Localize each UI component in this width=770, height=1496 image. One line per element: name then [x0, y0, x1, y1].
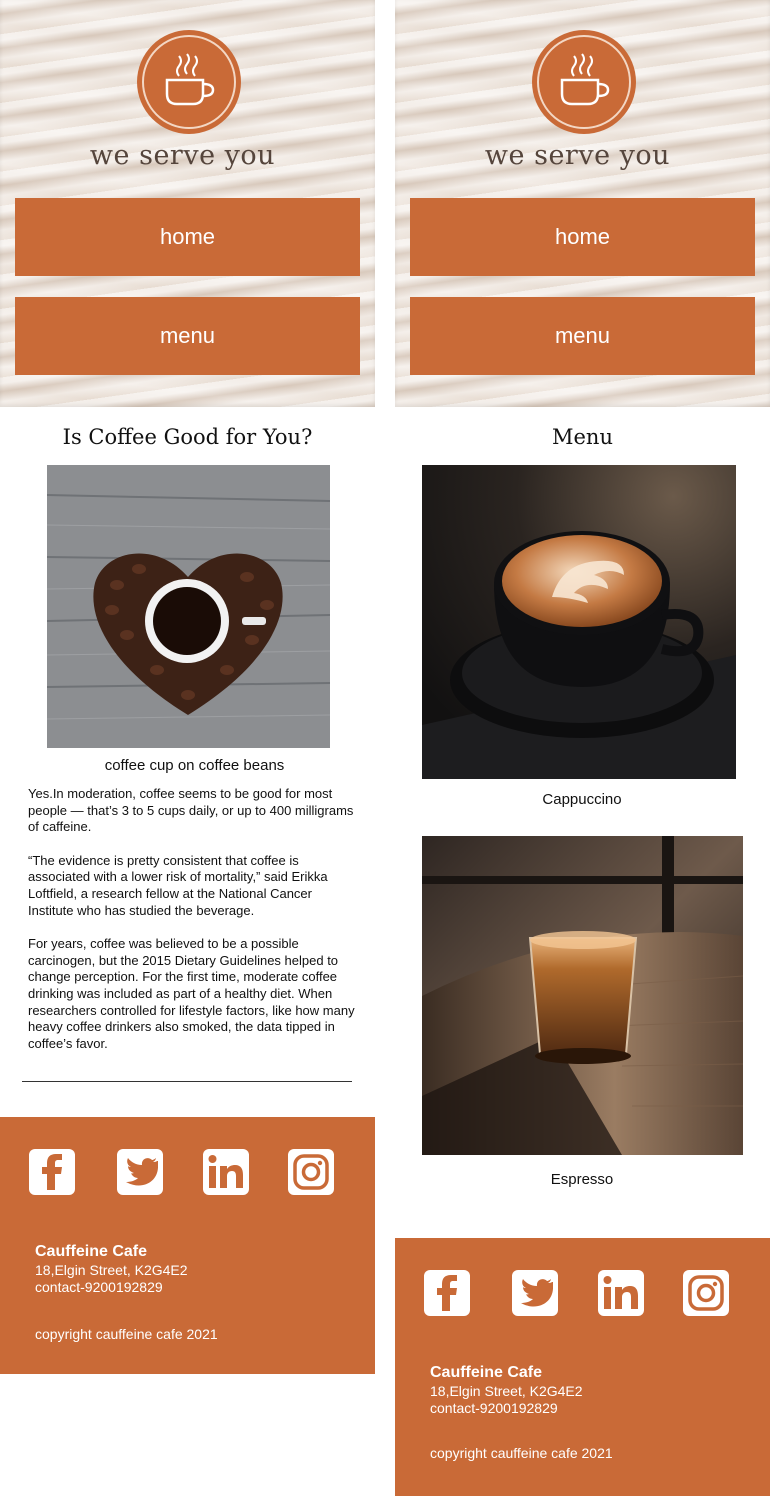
article-paragraph: “The evidence is pretty consistent that … — [28, 852, 328, 918]
social-links — [395, 1270, 770, 1318]
twitter-icon[interactable] — [117, 1149, 163, 1195]
instagram-icon[interactable] — [683, 1270, 729, 1316]
coffee-cup-icon — [560, 53, 610, 106]
image-caption: coffee cup on coffee beans — [104, 757, 285, 774]
tagline: we serve you — [484, 140, 671, 171]
tagline: we serve you — [89, 140, 276, 171]
linkedin-icon[interactable] — [203, 1149, 249, 1195]
header: we serve you home menu — [395, 0, 770, 407]
linkedin-icon[interactable] — [598, 1270, 644, 1316]
article-paragraph: For years, coffee was believed to be a p… — [28, 936, 355, 1051]
footer: Cauffeine Cafe 18,Elgin Street, K2G4E2 c… — [395, 1238, 770, 1496]
nav-menu-button[interactable]: menu — [410, 297, 755, 375]
facebook-icon[interactable] — [424, 1270, 470, 1316]
cafe-name: Cauffeine Cafe — [430, 1364, 543, 1381]
nav-menu-button[interactable]: menu — [15, 297, 360, 375]
menu-item-name: Cappuccino — [542, 791, 622, 808]
header: we serve you home menu — [0, 0, 375, 407]
espresso-image[interactable] — [422, 836, 743, 1155]
page-title: Menu — [552, 425, 613, 449]
menu-item-name: Espresso — [550, 1171, 614, 1188]
cafe-address: 18,Elgin Street, K2G4E2 — [430, 1383, 583, 1399]
footer: Cauffeine Cafe 18,Elgin Street, K2G4E2 c… — [0, 1117, 375, 1374]
page-title: Is Coffee Good for You? — [62, 425, 313, 449]
twitter-icon[interactable] — [512, 1270, 558, 1316]
cafe-contact: contact-9200192829 — [35, 1279, 163, 1295]
cappuccino-image[interactable] — [422, 465, 736, 779]
cafe-address: 18,Elgin Street, K2G4E2 — [35, 1262, 188, 1278]
article-body: Yes.In moderation, coffee seems to be go… — [28, 786, 358, 1069]
logo[interactable] — [137, 30, 241, 134]
social-links — [0, 1149, 375, 1197]
nav-home-button[interactable]: home — [410, 198, 755, 276]
cafe-name: Cauffeine Cafe — [35, 1243, 148, 1260]
nav-home-button[interactable]: home — [15, 198, 360, 276]
copyright: copyright cauffeine cafe 2021 — [430, 1445, 613, 1461]
cafe-contact: contact-9200192829 — [430, 1400, 558, 1416]
instagram-icon[interactable] — [288, 1149, 334, 1195]
divider — [22, 1081, 352, 1082]
copyright: copyright cauffeine cafe 2021 — [35, 1326, 218, 1342]
coffee-beans-heart-image — [47, 465, 330, 748]
facebook-icon[interactable] — [29, 1149, 75, 1195]
article-paragraph: Yes.In moderation, coffee seems to be go… — [28, 786, 354, 835]
logo[interactable] — [532, 30, 636, 134]
coffee-cup-icon — [165, 53, 215, 106]
